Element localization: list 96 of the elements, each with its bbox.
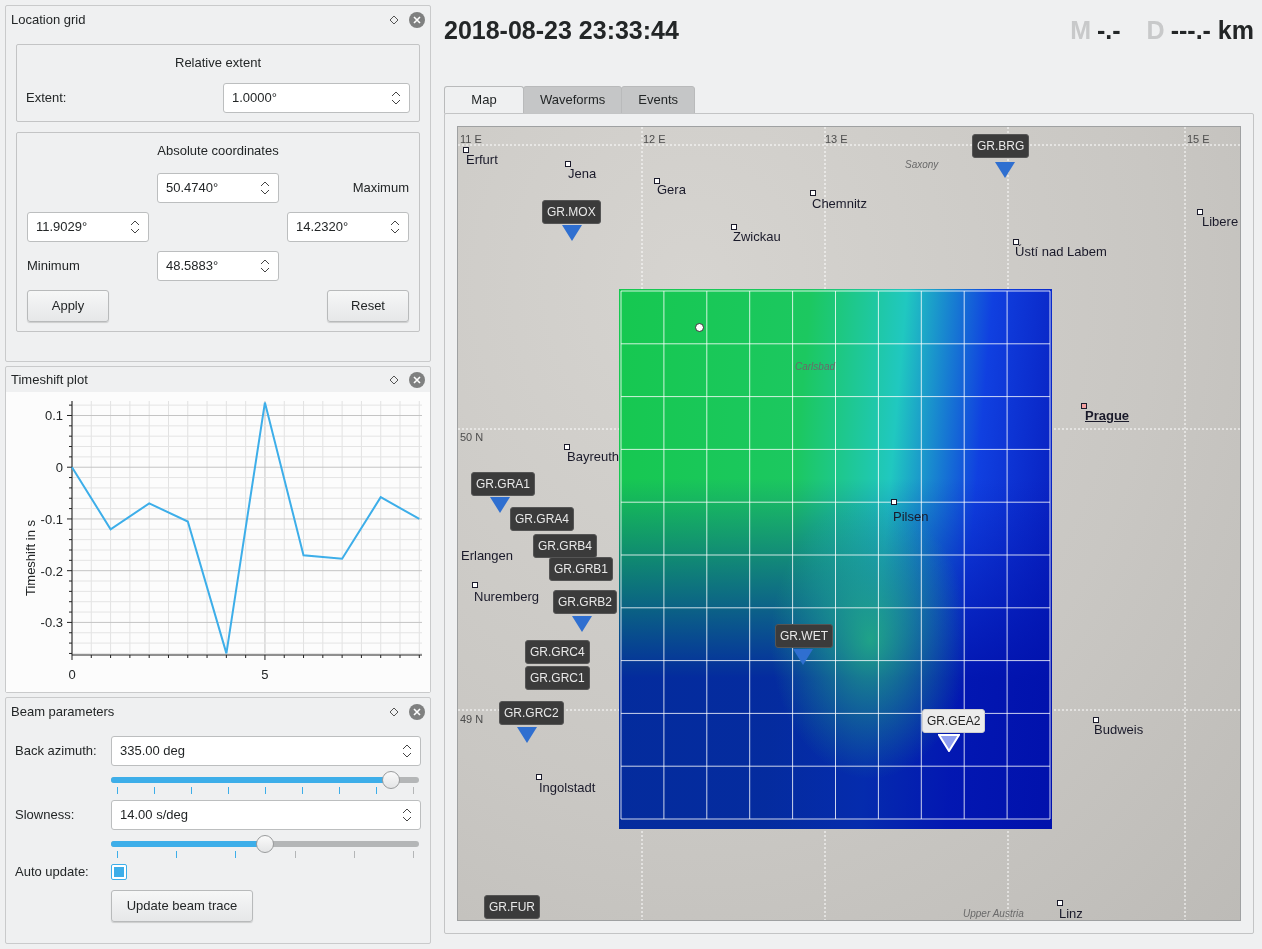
distance-value: ---.- km xyxy=(1170,15,1254,47)
group-title: Relative extent xyxy=(175,54,261,72)
spin-box[interactable]: 11.9029° xyxy=(27,212,149,242)
y-tick-label: -0.2 xyxy=(40,563,63,579)
spin-box[interactable]: 1.0000° xyxy=(223,82,410,113)
spin-box[interactable]: 335.00 deg xyxy=(111,736,421,766)
slider-track[interactable] xyxy=(111,841,419,847)
place-label: Ingolstadt xyxy=(539,779,596,797)
float-icon[interactable] xyxy=(389,374,399,385)
close-icon[interactable] xyxy=(409,704,425,720)
panel-title: Location grid xyxy=(11,11,87,30)
spin-box[interactable]: 48.5883° xyxy=(157,251,279,281)
y-tick-label: -0.1 xyxy=(40,511,63,527)
place-label: Jena xyxy=(568,165,597,183)
spin-arrows-icon[interactable] xyxy=(260,179,270,197)
push-button[interactable]: Update beam trace xyxy=(111,889,253,922)
tab[interactable]: Waveforms xyxy=(523,86,623,114)
spin-value: 335.00 deg xyxy=(120,742,186,761)
place-label: Bayreuth xyxy=(567,448,620,466)
location-marker xyxy=(695,323,704,332)
place-label: Gera xyxy=(657,181,686,199)
tab[interactable]: Events xyxy=(621,86,695,114)
station-label[interactable]: GR.MOX xyxy=(542,200,601,224)
panel-title: Beam parameters xyxy=(11,703,116,722)
station-label[interactable]: GR.GRB2 xyxy=(553,590,617,614)
close-icon[interactable] xyxy=(409,371,425,388)
tab[interactable]: Map xyxy=(444,86,524,114)
field-label: Extent: xyxy=(26,88,67,107)
y-axis-title: Timeshift in s xyxy=(23,519,38,597)
push-button[interactable]: Reset xyxy=(327,290,409,322)
station-label[interactable]: GR.GRC4 xyxy=(525,640,590,664)
group-title: Absolute coordinates xyxy=(157,141,279,160)
grid-label: 12 E xyxy=(643,132,666,147)
station-label[interactable]: GR.GRB4 xyxy=(533,534,597,558)
place-label: Chemnitz xyxy=(812,195,867,213)
slider-handle[interactable] xyxy=(256,835,274,853)
place-label: Erfurt xyxy=(466,151,498,169)
field-label: Back azimuth: xyxy=(15,742,98,761)
field-label: Minimum xyxy=(27,257,81,276)
field-label: Auto update: xyxy=(15,863,90,881)
y-tick-label: 0.1 xyxy=(44,408,63,424)
grid-label: 11 E xyxy=(460,132,482,147)
spin-arrows-icon[interactable] xyxy=(130,218,140,236)
spin-value: 11.9029° xyxy=(36,218,88,237)
station-label[interactable]: GR.GRB1 xyxy=(549,557,613,581)
place-label: Erlangen xyxy=(461,547,514,565)
place-label: Prague xyxy=(1085,407,1130,425)
push-button[interactable]: Apply xyxy=(27,290,109,322)
station-label[interactable]: GR.FUR xyxy=(484,895,540,919)
spin-value: 14.00 s/deg xyxy=(120,806,188,825)
slider-handle[interactable] xyxy=(382,771,401,789)
checkbox[interactable] xyxy=(111,863,127,880)
station-label[interactable]: GR.WET xyxy=(775,624,833,648)
spin-value: 48.5883° xyxy=(166,257,219,276)
spin-value: 1.0000° xyxy=(232,88,277,107)
station-triangle-icon[interactable] xyxy=(792,648,814,666)
place-label: Upper Austria xyxy=(963,907,1024,920)
spin-value: 50.4740° xyxy=(166,179,219,198)
spin-arrows-icon[interactable] xyxy=(260,257,270,275)
grid-label: 13 E xyxy=(825,132,848,147)
grid-label: 15 E xyxy=(1187,132,1210,147)
field-label: Slowness: xyxy=(15,806,76,825)
float-icon[interactable] xyxy=(389,707,399,717)
x-tick-label: 5 xyxy=(261,667,269,682)
place-label: Zwickau xyxy=(733,228,781,246)
station-label[interactable]: GR.BRG xyxy=(972,134,1030,158)
place-label: Nuremberg xyxy=(474,588,540,606)
spin-box[interactable]: 50.4740° xyxy=(157,173,279,203)
event-datetime: 2018-08-23 23:33:44 xyxy=(444,15,679,47)
grid-label: 49 N xyxy=(460,712,484,727)
station-label[interactable]: GR.GRA4 xyxy=(510,507,574,531)
place-label: Ústí nad Labem xyxy=(1015,243,1107,261)
spin-box[interactable]: 14.00 s/deg xyxy=(111,800,421,830)
spin-value: 14.2320° xyxy=(296,218,349,237)
place-label: Saxony xyxy=(905,158,939,172)
spin-arrows-icon[interactable] xyxy=(390,218,400,236)
magnitude-value: -.- xyxy=(1097,15,1121,47)
y-tick-label: -0.3 xyxy=(40,615,63,631)
station-triangle-icon[interactable] xyxy=(938,734,960,752)
grid-label: 50 N xyxy=(460,430,484,445)
y-tick-label: 0 xyxy=(55,460,63,476)
spin-box[interactable]: 14.2320° xyxy=(287,212,409,242)
place-label: Libere xyxy=(1202,213,1239,231)
spin-arrows-icon[interactable] xyxy=(402,806,412,824)
panel-title: Timeshift plot xyxy=(11,370,89,389)
place-label: Budweis xyxy=(1094,721,1144,739)
place-label: Linz xyxy=(1059,905,1083,920)
spin-arrows-icon[interactable] xyxy=(402,742,412,760)
x-tick-label: 0 xyxy=(68,667,76,682)
station-label[interactable]: GR.GRC1 xyxy=(525,666,590,690)
station-label[interactable]: GR.GRC2 xyxy=(499,701,564,725)
station-label[interactable]: GR.GEA2 xyxy=(922,709,986,733)
close-icon[interactable] xyxy=(409,12,425,28)
station-label[interactable]: GR.GRA1 xyxy=(471,472,535,496)
field-label: Maximum xyxy=(352,179,409,198)
float-icon[interactable] xyxy=(389,15,399,25)
